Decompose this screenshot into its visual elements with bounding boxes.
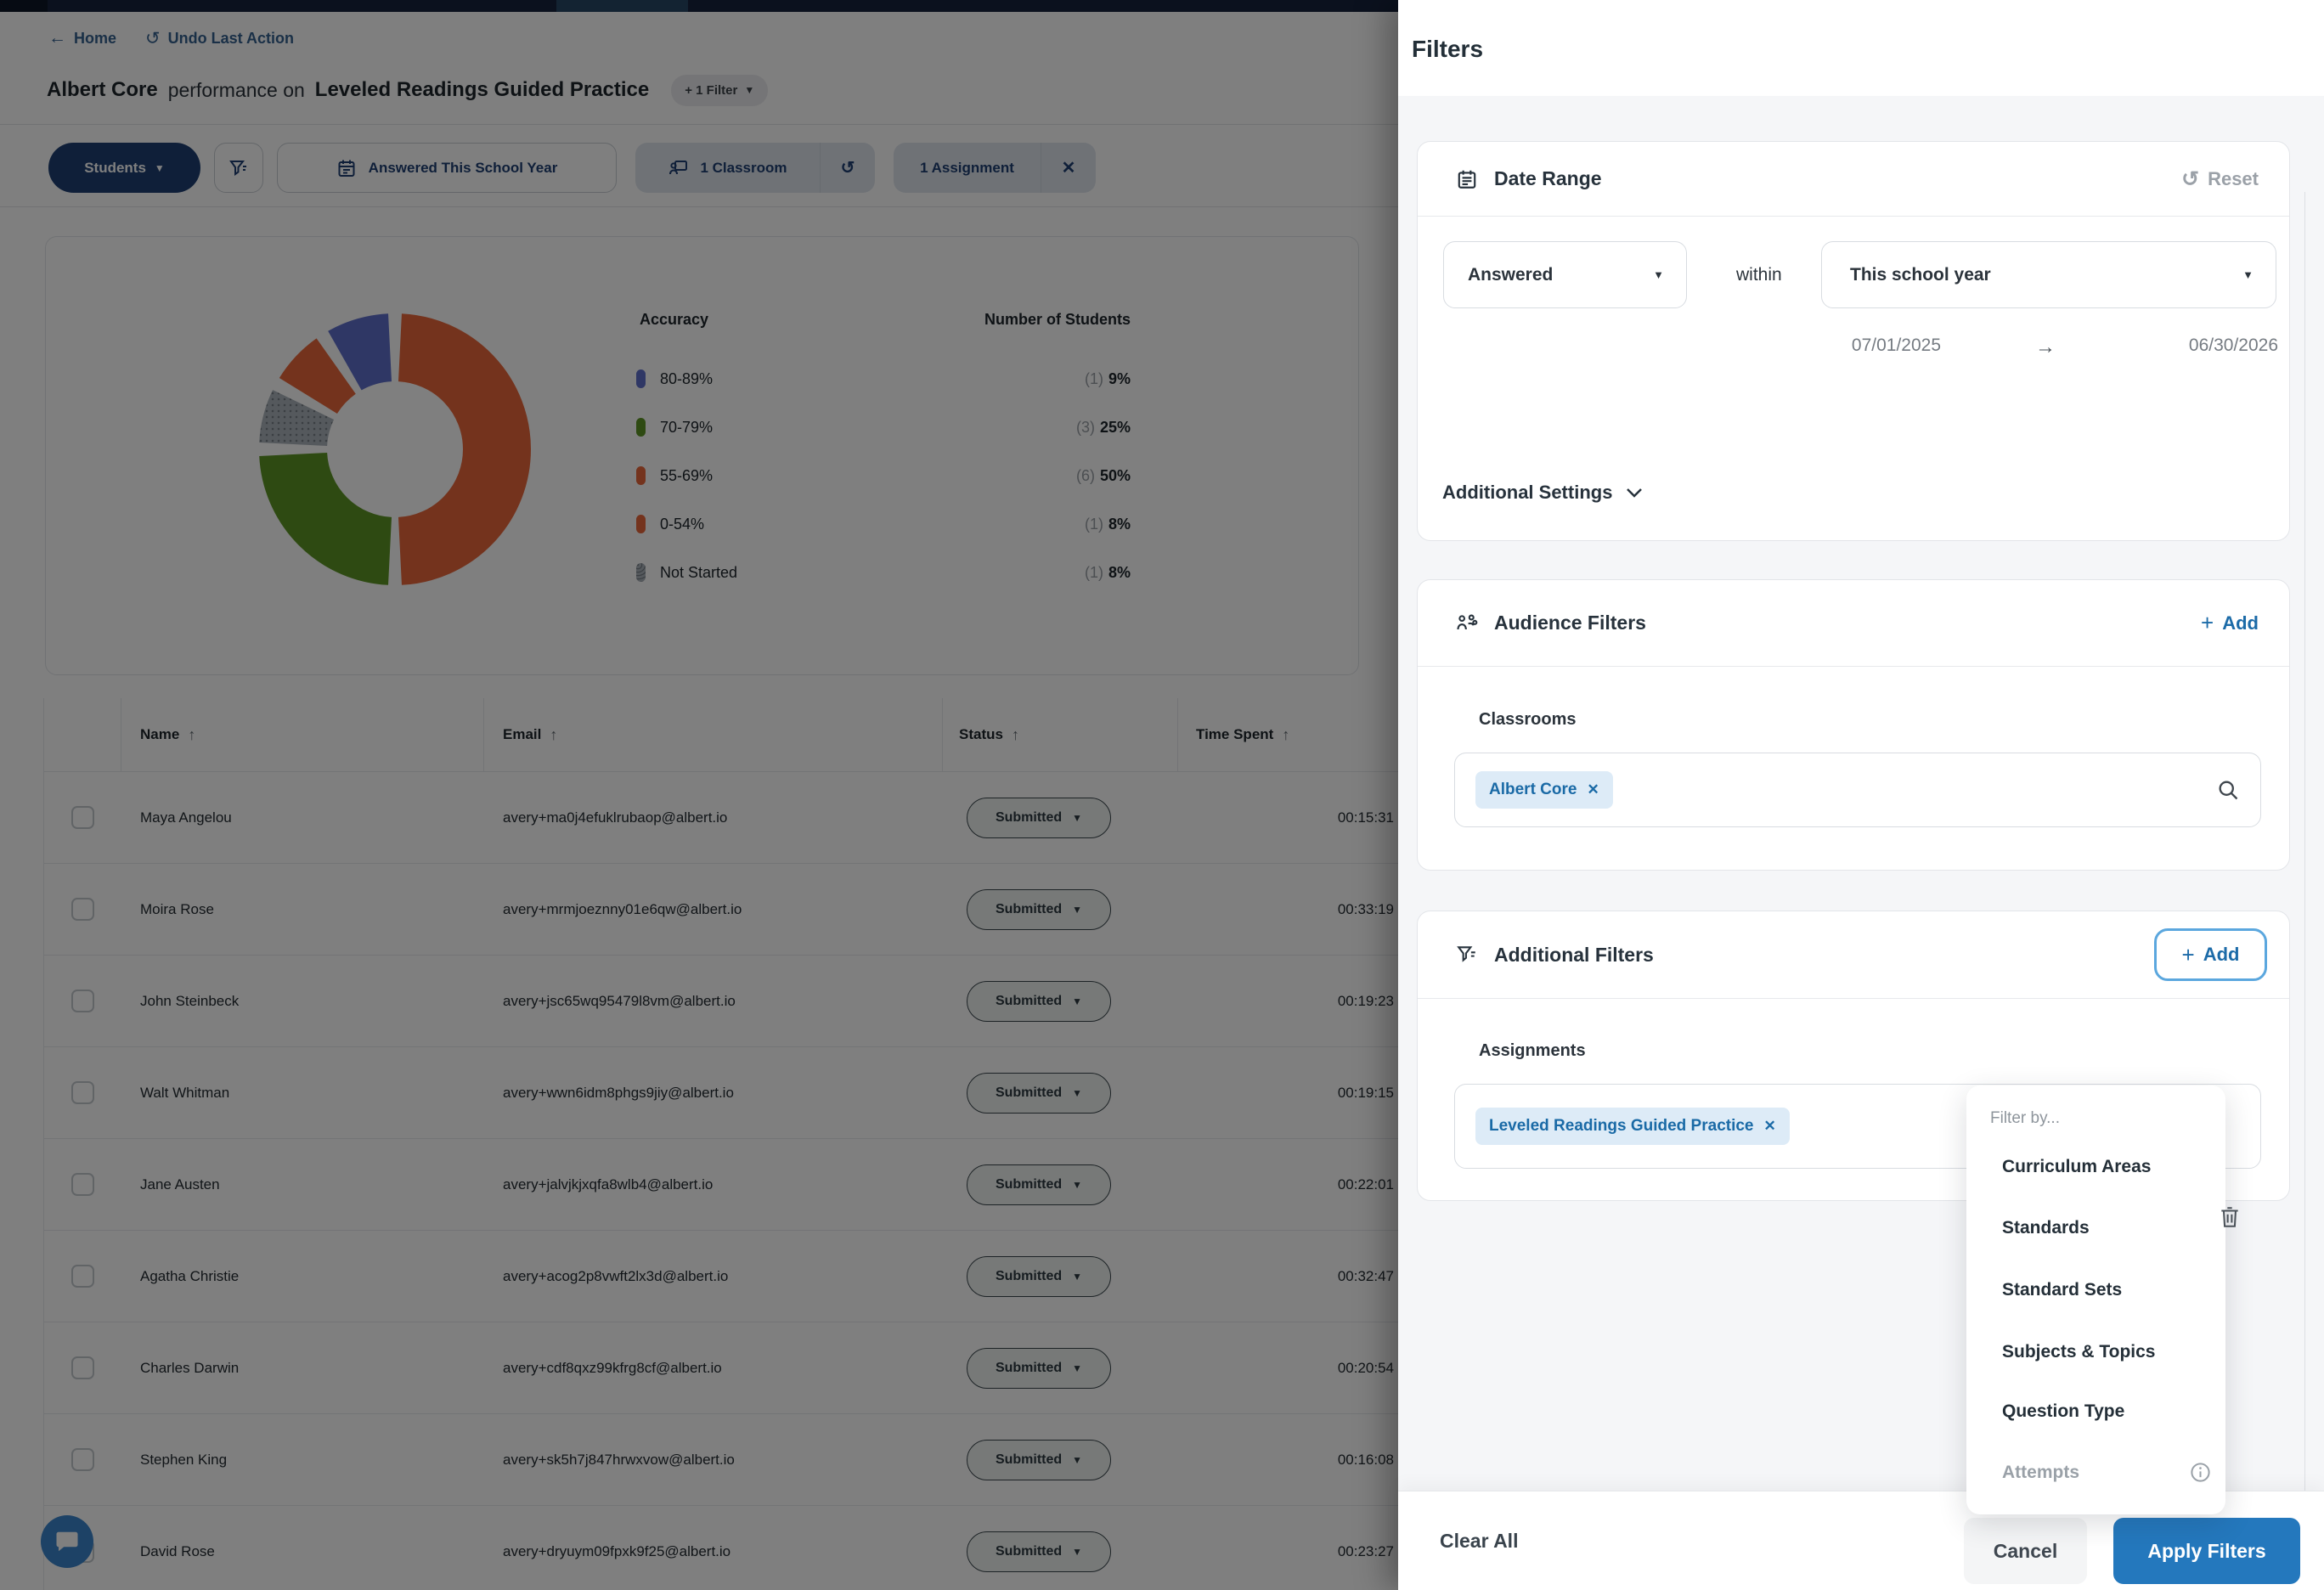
reset-label: Reset xyxy=(2208,167,2259,189)
classrooms-label: Classrooms xyxy=(1479,710,1577,729)
filter-by-menu: Filter by... Curriculum Areas Standards St… xyxy=(1966,1085,2225,1514)
token-label: Leveled Readings Guided Practice xyxy=(1489,1117,1754,1135)
menu-item-attempts: Attempts xyxy=(2002,1463,2080,1482)
search-icon xyxy=(2216,778,2240,802)
filter-by-header: Filter by... xyxy=(1990,1109,2060,1127)
chevron-down-icon xyxy=(1627,488,1643,498)
remove-token-icon[interactable]: ✕ xyxy=(1587,781,1599,798)
audience-filters-card: Audience Filters + Add Classrooms Albert… xyxy=(1417,579,2290,871)
filters-panel: Filters Date Range ↺ Reset Answered ▼ wi… xyxy=(1398,0,2324,1590)
audience-filters-title: Audience Filters xyxy=(1494,612,1646,634)
calendar-icon xyxy=(1455,168,1479,190)
add-label: Add xyxy=(2222,612,2259,634)
menu-item-standards[interactable]: Standards xyxy=(2002,1215,2090,1241)
menu-item-curriculum-areas[interactable]: Curriculum Areas xyxy=(2002,1154,2151,1180)
classrooms-input[interactable]: Albert Core ✕ xyxy=(1454,753,2261,827)
screen: ← Home ↺ Undo Last Action Albert Core pe… xyxy=(0,0,2324,1590)
modal-overlay-scrim[interactable] xyxy=(0,0,1398,1590)
apply-filters-button[interactable]: Apply Filters xyxy=(2113,1518,2300,1584)
audience-icon xyxy=(1455,612,1479,635)
panel-body: Date Range ↺ Reset Answered ▼ within Thi… xyxy=(1398,96,2324,1587)
menu-item-subjects-topics[interactable]: Subjects & Topics xyxy=(2002,1339,2155,1365)
date-range-title: Date Range xyxy=(1494,167,1602,189)
date-range-reset-button[interactable]: ↺ Reset xyxy=(2181,142,2259,216)
arrow-right-icon: → xyxy=(2035,335,2056,358)
additional-settings-label: Additional Settings xyxy=(1442,482,1613,503)
undo-icon: ↺ xyxy=(2181,166,2200,191)
plus-icon: + xyxy=(2181,941,2195,967)
scroll-gutter-line xyxy=(2304,192,2305,1587)
assignments-label: Assignments xyxy=(1479,1041,1586,1060)
chevron-down-icon: ▼ xyxy=(1653,268,1664,281)
additional-filters-add-button[interactable]: + Add xyxy=(2154,928,2267,981)
assignment-token: Leveled Readings Guided Practice ✕ xyxy=(1475,1108,1790,1145)
period-select[interactable]: This school year ▼ xyxy=(1821,241,2276,308)
menu-item-question-type[interactable]: Question Type xyxy=(2002,1399,2124,1424)
date-range-values: 07/01/2025 → 06/30/2026 xyxy=(1418,335,2278,361)
info-icon[interactable] xyxy=(2189,1461,2212,1484)
date-range-header: Date Range ↺ Reset xyxy=(1418,142,2289,216)
panel-title: Filters xyxy=(1412,36,1484,62)
delete-assignments-filter-button[interactable] xyxy=(2219,1205,2241,1229)
chevron-down-icon: ▼ xyxy=(2242,268,2253,281)
audience-filters-header: Audience Filters + Add xyxy=(1418,580,2289,666)
additional-filters-title: Additional Filters xyxy=(1494,943,1654,966)
classroom-token: Albert Core ✕ xyxy=(1475,771,1613,809)
add-label: Add xyxy=(2203,944,2240,965)
answered-select[interactable]: Answered ▼ xyxy=(1443,241,1687,308)
divider xyxy=(1418,666,2289,667)
divider xyxy=(1418,998,2289,999)
additional-settings-toggle[interactable]: Additional Settings xyxy=(1442,482,1643,504)
date-range-card: Date Range ↺ Reset Answered ▼ within Thi… xyxy=(1417,141,2290,541)
token-label: Albert Core xyxy=(1489,781,1577,798)
plus-icon: + xyxy=(2201,610,2214,635)
menu-item-standard-sets[interactable]: Standard Sets xyxy=(2002,1277,2122,1303)
remove-token-icon[interactable]: ✕ xyxy=(1764,1118,1776,1135)
cancel-button[interactable]: Cancel xyxy=(1964,1518,2087,1584)
within-label: within xyxy=(1736,264,1782,285)
funnel-icon xyxy=(1455,944,1479,966)
answered-value: Answered xyxy=(1468,264,1554,285)
divider xyxy=(1418,216,2289,217)
end-date: 06/30/2026 xyxy=(2188,335,2278,355)
audience-add-button[interactable]: + Add xyxy=(2201,580,2259,666)
period-value: This school year xyxy=(1850,264,1991,285)
start-date: 07/01/2025 xyxy=(1851,335,1941,355)
clear-all-button[interactable]: Clear All xyxy=(1440,1491,1518,1590)
